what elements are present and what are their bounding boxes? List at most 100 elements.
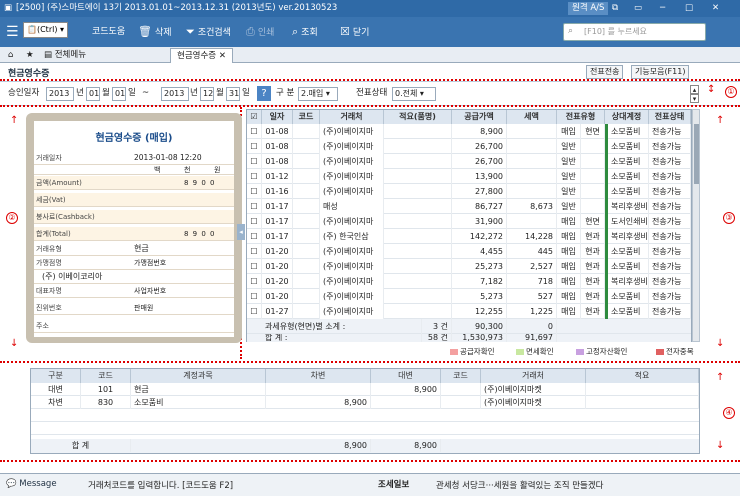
- col-memo[interactable]: 적요(품명): [384, 110, 452, 124]
- row-checkbox[interactable]: ☐: [247, 139, 262, 154]
- col-credit[interactable]: 대변: [371, 369, 441, 383]
- maximize-icon[interactable]: □: [685, 0, 693, 17]
- row-code[interactable]: [293, 244, 320, 259]
- row-date[interactable]: 01-27: [262, 304, 293, 319]
- table-row[interactable]: ☐ 01-20 (주)이베이지마 4,455 445 매입 현과 소모품비 전송가능: [247, 244, 691, 259]
- row-vendor[interactable]: (주)이베이지마: [320, 154, 384, 169]
- row-supply[interactable]: 86,727: [452, 199, 507, 214]
- collapse-panel-icon[interactable]: ◂: [237, 224, 245, 240]
- row-code[interactable]: [293, 154, 320, 169]
- row-slip-type[interactable]: 일반: [557, 169, 581, 184]
- row-checkbox[interactable]: ☐: [247, 199, 262, 214]
- row-checkbox[interactable]: ☐: [247, 214, 262, 229]
- table-row[interactable]: ☐ 01-08 (주)이베이지마 8,900 매입 현면 소모품비 전송가능: [247, 124, 691, 139]
- month-to-input[interactable]: 12: [200, 87, 214, 101]
- row-vendor[interactable]: (주)이베이지마: [320, 184, 384, 199]
- scrollbar-thumb[interactable]: [694, 124, 699, 184]
- table-row[interactable]: ☐ 01-20 (주)이베이지마 25,273 2,527 매입 현과 소모품비 전송가능: [247, 259, 691, 274]
- row-code[interactable]: [293, 139, 320, 154]
- row-slip-type[interactable]: 매입: [557, 124, 581, 139]
- journal-cell[interactable]: 현금: [131, 383, 266, 396]
- col-status[interactable]: 전표상태: [649, 110, 691, 124]
- view-button[interactable]: ⌕ 조회: [292, 17, 318, 47]
- col-vendor[interactable]: 거래처: [481, 369, 586, 383]
- row-status[interactable]: 전송가능: [649, 184, 691, 199]
- row-slip-type[interactable]: 매입: [557, 259, 581, 274]
- delete-button[interactable]: 🗑 삭제: [138, 17, 172, 47]
- journal-cell[interactable]: 830: [81, 396, 131, 409]
- day-from-input[interactable]: 01: [112, 87, 126, 101]
- row-slip-subtype[interactable]: 현과: [581, 274, 605, 289]
- row-supply[interactable]: 31,900: [452, 214, 507, 229]
- row-tax[interactable]: 2,527: [507, 259, 557, 274]
- row-account[interactable]: 소모품비: [605, 289, 649, 304]
- row-checkbox[interactable]: ☐: [247, 124, 262, 139]
- row-account[interactable]: 복리후생비: [605, 229, 649, 244]
- function-menu-button[interactable]: 기능모음(F11): [631, 65, 690, 79]
- row-checkbox[interactable]: ☐: [247, 184, 262, 199]
- row-vendor[interactable]: (주)이베이지마: [320, 139, 384, 154]
- journal-cell[interactable]: 8,900: [266, 396, 371, 409]
- row-tax[interactable]: 1,225: [507, 304, 557, 319]
- row-status[interactable]: 전송가능: [649, 274, 691, 289]
- row-vendor[interactable]: (주)이베이지마: [320, 274, 384, 289]
- row-status[interactable]: 전송가능: [649, 259, 691, 274]
- col-code[interactable]: 코드: [81, 369, 131, 383]
- row-account[interactable]: 소모품비: [605, 244, 649, 259]
- row-account[interactable]: 소모품비: [605, 154, 649, 169]
- day-to-input[interactable]: 31: [226, 87, 240, 101]
- journal-row[interactable]: 대변 101 현금 8,900 (주)이베이지마켓: [31, 383, 699, 396]
- row-slip-type[interactable]: 매입: [557, 289, 581, 304]
- print-button[interactable]: ⎙ 인쇄: [246, 17, 274, 47]
- row-tax[interactable]: [507, 154, 557, 169]
- table-row[interactable]: ☐ 01-17 매성 86,727 8,673 일반 복리후생비 전송가능: [247, 199, 691, 214]
- code-help-button[interactable]: 코드도움: [92, 17, 125, 47]
- row-status[interactable]: 전송가능: [649, 139, 691, 154]
- row-vendor[interactable]: 매성: [320, 199, 384, 214]
- row-slip-subtype[interactable]: 현과: [581, 229, 605, 244]
- select-all-checkbox[interactable]: ☑: [247, 110, 262, 124]
- row-slip-subtype[interactable]: 현과: [581, 244, 605, 259]
- remote-support-button[interactable]: 원격 A/S: [568, 2, 609, 15]
- year-to-input[interactable]: 2013: [161, 87, 189, 101]
- row-tax[interactable]: 527: [507, 289, 557, 304]
- col-account[interactable]: 계정과목: [131, 369, 266, 383]
- journal-cell[interactable]: (주)이베이지마켓: [481, 396, 586, 409]
- col-date[interactable]: 일자: [262, 110, 293, 124]
- row-slip-type[interactable]: 매입: [557, 214, 581, 229]
- row-tax[interactable]: 14,228: [507, 229, 557, 244]
- row-code[interactable]: [293, 184, 320, 199]
- row-memo[interactable]: [384, 169, 452, 184]
- row-slip-subtype[interactable]: [581, 184, 605, 199]
- row-supply[interactable]: 27,800: [452, 184, 507, 199]
- scroll-up-icon[interactable]: ▴: [690, 85, 699, 94]
- row-slip-subtype[interactable]: 현과: [581, 259, 605, 274]
- home-icon[interactable]: ⌂: [2, 48, 19, 63]
- row-memo[interactable]: [384, 214, 452, 229]
- row-status[interactable]: 전송가능: [649, 244, 691, 259]
- journal-cell[interactable]: (주)이베이지마켓: [481, 383, 586, 396]
- row-account[interactable]: 소모품비: [605, 139, 649, 154]
- row-code[interactable]: [293, 274, 320, 289]
- row-slip-type[interactable]: 매입: [557, 274, 581, 289]
- row-checkbox[interactable]: ☐: [247, 169, 262, 184]
- col-code[interactable]: 코드: [293, 110, 320, 124]
- row-date[interactable]: 01-08: [262, 154, 293, 169]
- row-slip-subtype[interactable]: 현과: [581, 289, 605, 304]
- row-supply[interactable]: 25,273: [452, 259, 507, 274]
- row-memo[interactable]: [384, 274, 452, 289]
- row-memo[interactable]: [384, 124, 452, 139]
- row-status[interactable]: 전송가능: [649, 199, 691, 214]
- row-vendor[interactable]: (주)이베이지마: [320, 124, 384, 139]
- col-tax[interactable]: 세액: [507, 110, 557, 124]
- row-tax[interactable]: 8,673: [507, 199, 557, 214]
- row-date[interactable]: 01-20: [262, 244, 293, 259]
- table-row[interactable]: ☐ 01-27 (주)이베이지마 12,255 1,225 매입 현과 소모품비 전송가능: [247, 304, 691, 319]
- row-memo[interactable]: [384, 184, 452, 199]
- row-date[interactable]: 01-20: [262, 274, 293, 289]
- month-from-input[interactable]: 01: [86, 87, 100, 101]
- row-status[interactable]: 전송가능: [649, 169, 691, 184]
- row-date[interactable]: 01-17: [262, 199, 293, 214]
- row-checkbox[interactable]: ☐: [247, 229, 262, 244]
- col-division[interactable]: 구분: [31, 369, 81, 383]
